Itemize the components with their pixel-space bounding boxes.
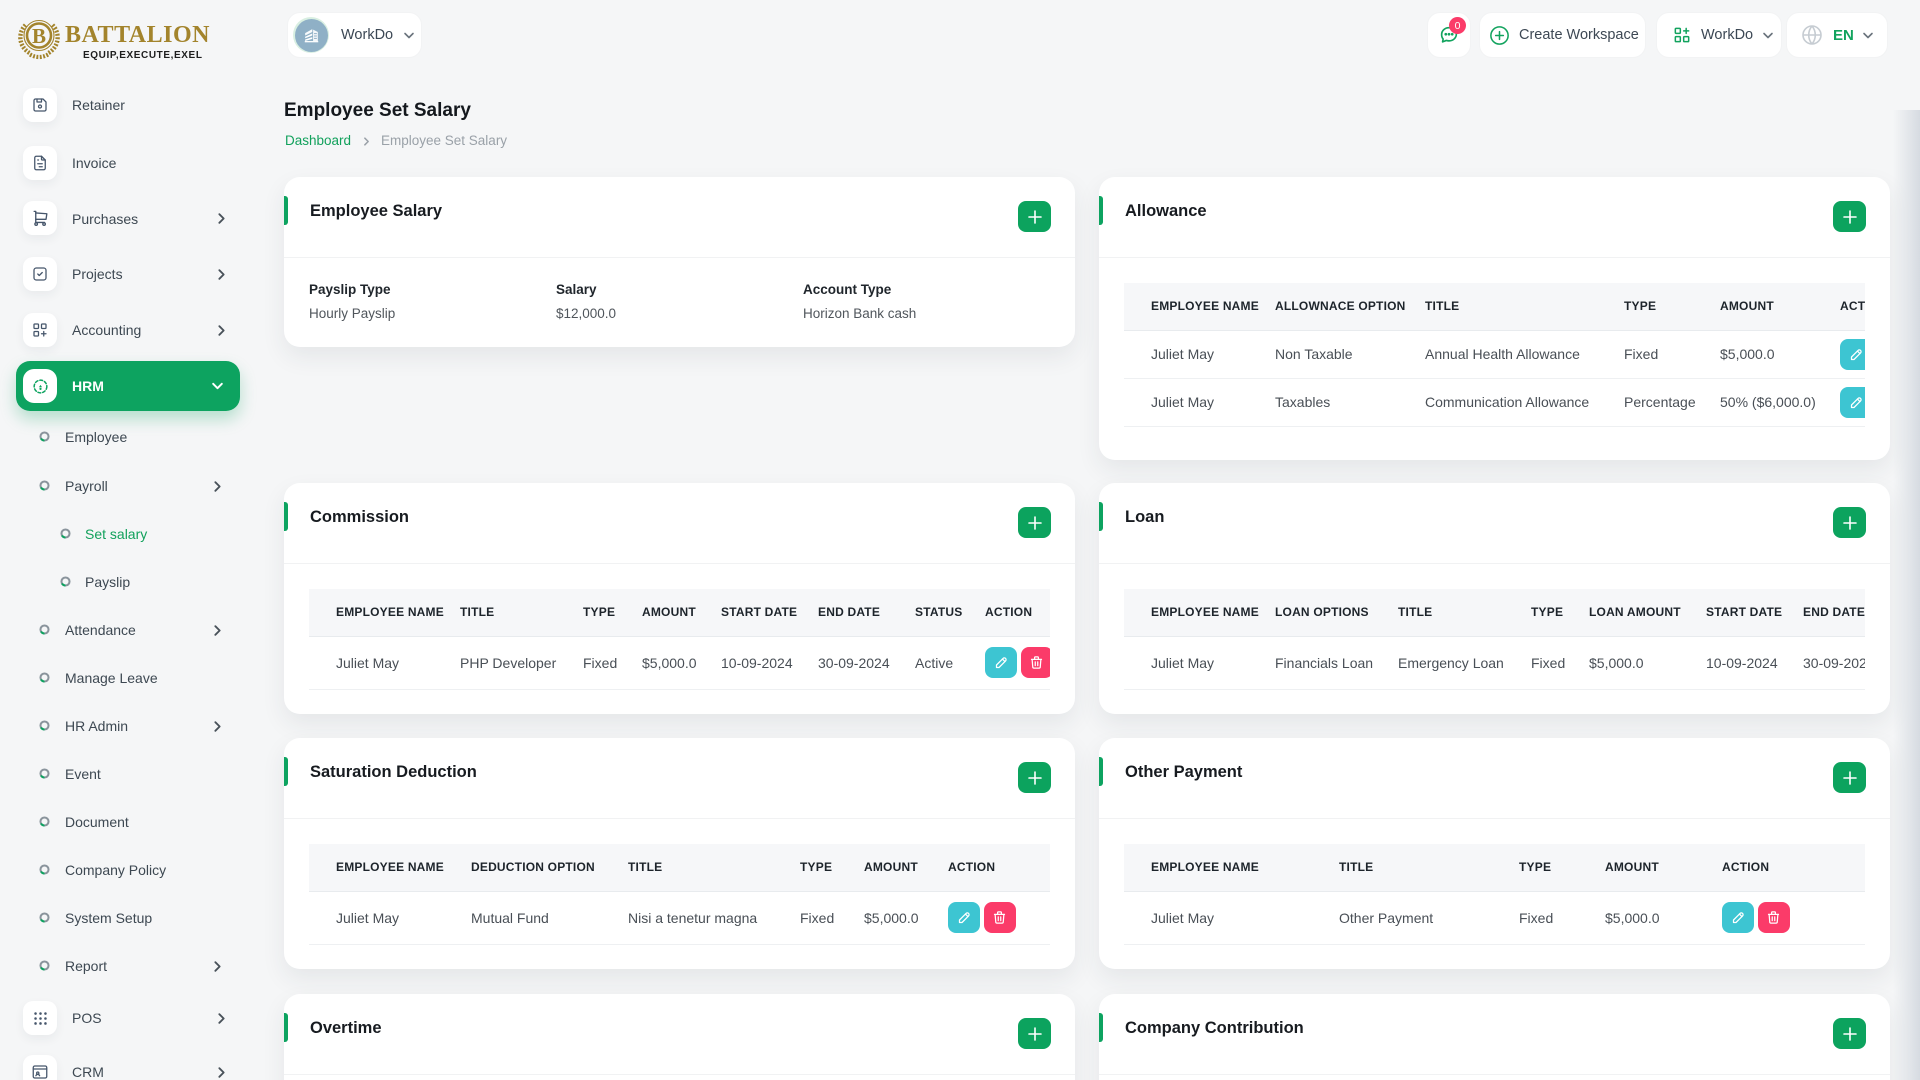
svg-text:B: B xyxy=(32,24,46,48)
